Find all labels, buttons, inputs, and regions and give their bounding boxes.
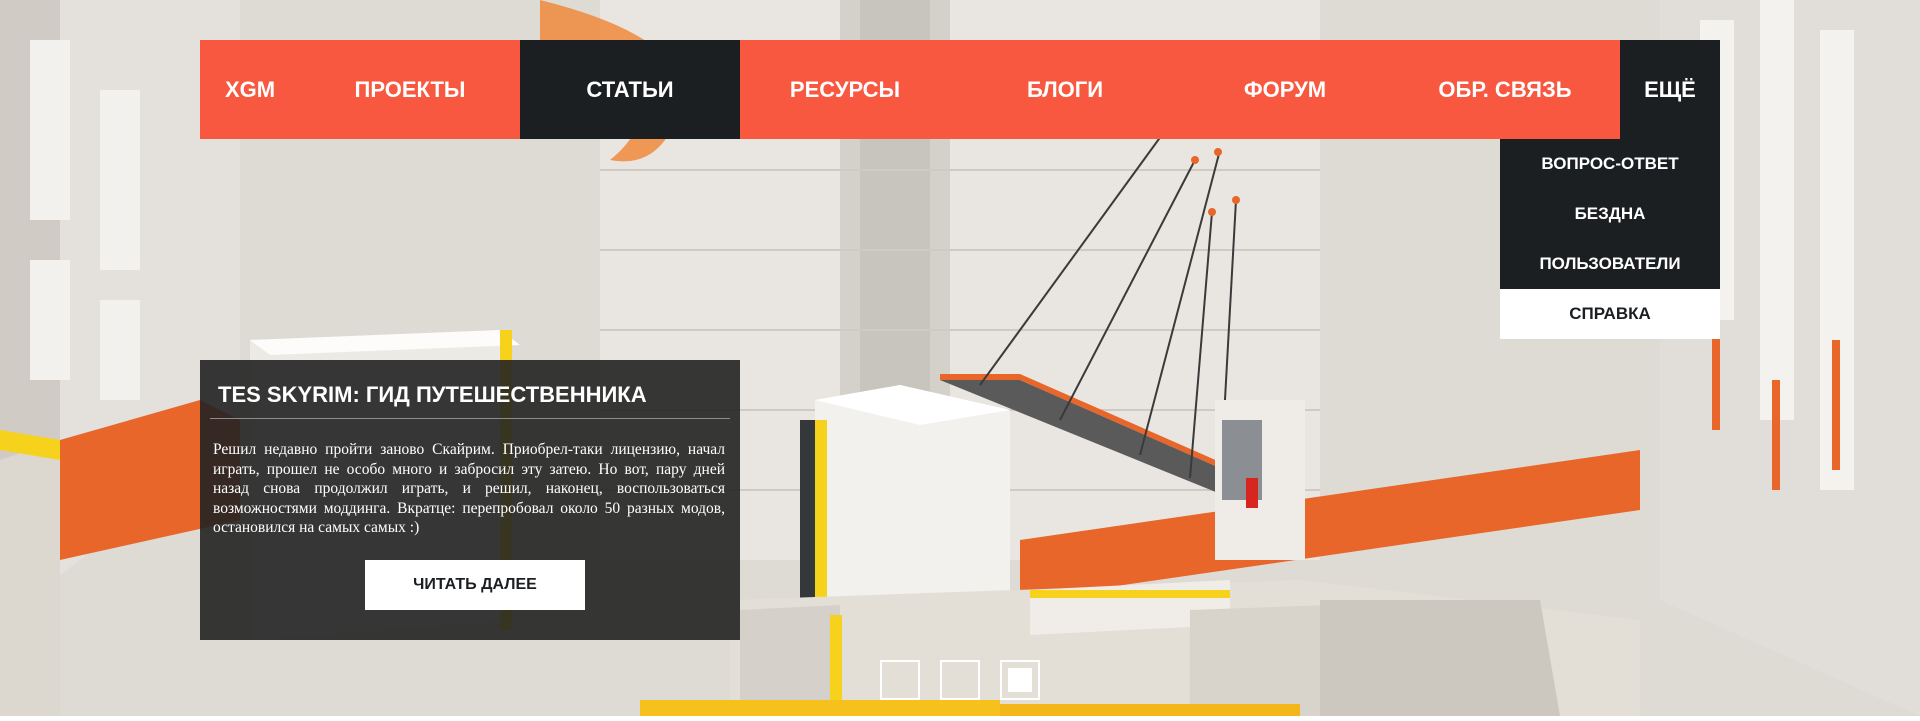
nav-item-forum[interactable]: ФОРУМ — [1180, 40, 1390, 139]
article-title[interactable]: TES SKYRIM: ГИД ПУТЕШЕСТВЕННИКА — [218, 382, 647, 408]
read-more-button[interactable]: ЧИТАТЬ ДАЛЕЕ — [365, 560, 585, 610]
slider-dot-2[interactable] — [940, 660, 980, 700]
nav-item-resources[interactable]: РЕСУРСЫ — [740, 40, 950, 139]
slider-pagination — [880, 660, 1040, 700]
article-excerpt: Решил недавно пройти заново Скайрим. При… — [213, 441, 725, 536]
nav-item-more[interactable]: ЕЩЁ — [1620, 40, 1720, 139]
nav-item-projects[interactable]: ПРОЕКТЫ — [300, 40, 520, 139]
dropdown-item-help[interactable]: СПРАВКА — [1500, 289, 1720, 339]
featured-article-card: TES SKYRIM: ГИД ПУТЕШЕСТВЕННИКА Решил не… — [200, 360, 740, 640]
nav-item-articles[interactable]: СТАТЬИ — [520, 40, 740, 139]
main-navigation: XGM ПРОЕКТЫ СТАТЬИ РЕСУРСЫ БЛОГИ ФОРУМ О… — [200, 40, 1720, 139]
site-logo[interactable]: XGM — [200, 40, 300, 139]
slider-dot-3[interactable] — [1000, 660, 1040, 700]
slider-dot-1[interactable] — [880, 660, 920, 700]
dropdown-item-users[interactable]: ПОЛЬЗОВАТЕЛИ — [1500, 239, 1720, 289]
dropdown-item-qa[interactable]: ВОПРОС-ОТВЕТ — [1500, 139, 1720, 189]
nav-item-blogs[interactable]: БЛОГИ — [950, 40, 1180, 139]
dropdown-item-abyss[interactable]: БЕЗДНА — [1500, 189, 1720, 239]
article-divider — [210, 418, 730, 419]
nav-item-feedback[interactable]: ОБР. СВЯЗЬ — [1390, 40, 1620, 139]
more-dropdown-menu: ВОПРОС-ОТВЕТ БЕЗДНА ПОЛЬЗОВАТЕЛИ СПРАВКА — [1500, 139, 1720, 339]
